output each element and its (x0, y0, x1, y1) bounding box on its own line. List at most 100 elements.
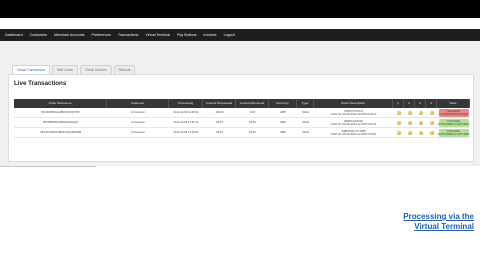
column-header: State (437, 99, 470, 108)
table-body: VB-3DXBNGAQBF3JQVQTFPF A Customer 2014-12-… (14, 108, 470, 138)
table-header-row: Order Reference Customer Processing Amount … (14, 99, 470, 108)
column-header: Amount Requested (203, 99, 236, 108)
action-4-icon[interactable] (429, 130, 434, 135)
action-1-icon[interactable] (396, 110, 401, 115)
currency-cell: GBP (280, 131, 286, 134)
action-3-icon[interactable] (418, 110, 423, 115)
caption-line-1: Processing via the (403, 212, 474, 221)
nav-item-transactions[interactable]: Transactions (118, 29, 138, 41)
action-3-icon[interactable] (418, 130, 423, 135)
action-cell-4 (426, 128, 437, 137)
main-navigation: Dashboard Customers Merchant Accounts Prefe… (0, 29, 480, 41)
column-header: 3 (415, 99, 426, 108)
status-line-2: AUTHORISATION FAILED (439, 112, 468, 116)
column-header: Processing (169, 99, 203, 108)
status-line-2: AUTHORISED & CAPTURED (437, 132, 470, 136)
description-line-2: Order ID: #LIVE-2014-12-09T14:48:22 (330, 112, 377, 116)
action-cell-1 (393, 108, 404, 117)
order-description-cell: DEBIT/CA/N/02 Order ID: #LIVE-2014-12-09T… (314, 118, 393, 127)
nav-item-logout[interactable]: Logout (224, 29, 235, 41)
status-line-2: AUTHORISED & CAPTURED (437, 122, 470, 126)
type-cell: SALE (302, 111, 309, 114)
action-1-icon[interactable] (396, 120, 401, 125)
state-cell: DECLINED AUTHORISATION FAILED (437, 108, 470, 117)
processing-date-cell: 2014-12-09 14:36:14 (173, 121, 199, 124)
action-cell-1 (393, 118, 404, 127)
nav-item-pay-buttons[interactable]: Pay Buttons (177, 29, 196, 41)
table-row[interactable]: VB-NBFF9KAQBRG3LNGQG A Customer 2014-12-09… (14, 118, 470, 128)
order-reference-cell: VB-3DXBNGAQBF3JQVQTFPF (41, 111, 80, 114)
action-cell-1 (393, 128, 404, 137)
tab-web-leads[interactable]: Web Leads (51, 65, 79, 74)
video-caption: Processing via the Virtual Terminal (403, 212, 474, 232)
nav-item-dashboard[interactable]: Dashboard (5, 29, 23, 41)
column-header: 1 (393, 99, 404, 108)
state-cell: CAPTURED AUTHORISED & CAPTURED (437, 118, 470, 127)
nav-item-invoices[interactable]: Invoices (203, 29, 216, 41)
action-2-icon[interactable] (407, 110, 412, 115)
column-header: Customer (107, 99, 169, 108)
transactions-table: Order Reference Customer Processing Amount … (14, 99, 470, 138)
live-transactions-panel: Live Transactions Order Reference Custome… (8, 74, 474, 162)
type-cell: SALE (302, 121, 309, 124)
customer-cell: A Customer (130, 111, 146, 114)
action-3-icon[interactable] (418, 120, 423, 125)
status-badge: CAPTURED AUTHORISED & CAPTURED (437, 118, 470, 127)
column-header: 2 (404, 99, 415, 108)
order-description-cell: VS/DC/VT/2147 Order ID: #LIVE-2014-12-09T… (314, 108, 393, 117)
tab-virtual-invoices[interactable]: Virtual Invoices (80, 65, 112, 74)
order-reference-cell: VB-NBFF9KAQBRG3LNGQG (42, 121, 79, 124)
action-cell-4 (426, 108, 437, 117)
processing-date-cell: 2014-12-09 14:48:22 (173, 111, 199, 114)
caption-line-2: Virtual Terminal (414, 222, 474, 231)
tab-refunds[interactable]: Refunds (113, 65, 136, 74)
order-reference-cell: VB-HPXNDHT38KRVNQAPMD3B (39, 131, 82, 134)
column-header: 4 (426, 99, 437, 108)
column-header: Currency (269, 99, 297, 108)
action-2-icon[interactable] (407, 130, 412, 135)
tab-virtual-transactions[interactable]: Virtual Transactions (12, 65, 50, 74)
action-cell-3 (415, 128, 426, 137)
panel-title: Live Transactions (14, 80, 67, 87)
nav-item-merchant-accounts[interactable]: Merchant Accounts (54, 29, 85, 41)
table-row[interactable]: VB-3DXBNGAQBF3JQVQTFPF A Customer 2014-12-… (14, 108, 470, 118)
top-black-bar (0, 0, 480, 18)
action-cell-4 (426, 118, 437, 127)
customer-cell: A Customer (130, 121, 146, 124)
customer-cell: A Customer (130, 131, 146, 134)
amount-received-cell: 54.15 (249, 131, 256, 134)
description-line-2: Order ID: #LIVE-2014-12-09T14:36:14 (330, 122, 377, 126)
column-header: Type (297, 99, 314, 108)
action-4-icon[interactable] (429, 110, 434, 115)
action-2-icon[interactable] (407, 120, 412, 125)
type-cell: SALE (302, 131, 309, 134)
amount-received-cell: 0.00 (249, 111, 256, 114)
nav-item-virtual-terminal[interactable]: Virtual Terminal (145, 29, 170, 41)
action-cell-2 (404, 128, 415, 137)
action-cell-2 (404, 118, 415, 127)
action-1-icon[interactable] (396, 130, 401, 135)
currency-cell: GBP (280, 111, 286, 114)
column-header: Order Description (314, 99, 393, 108)
transaction-tabs: Virtual Transactions Web Leads Virtual Inv… (12, 65, 137, 74)
table-row[interactable]: VB-HPXNDHT38KRVNQAPMD3B A Customer 2014-12… (14, 128, 470, 138)
description-line-2: Order ID: #LIVE-2014-12-09T14:33:51 (330, 132, 377, 136)
action-cell-2 (404, 108, 415, 117)
action-cell-3 (415, 108, 426, 117)
state-cell: CAPTURED AUTHORISED & CAPTURED (437, 128, 470, 137)
amount-received-cell: 54.15 (249, 121, 256, 124)
divider (0, 166, 96, 167)
nav-item-preferences[interactable]: Preferences (92, 29, 111, 41)
nav-item-customers[interactable]: Customers (30, 29, 47, 41)
amount-requested-cell: 54.15 (216, 121, 223, 124)
action-cell-3 (415, 118, 426, 127)
processing-date-cell: 2014-12-09 14:33:51 (173, 131, 199, 134)
column-header: Amount Received (236, 99, 269, 108)
action-4-icon[interactable] (429, 120, 434, 125)
content-area: Virtual Transactions Web Leads Virtual Inv… (0, 41, 480, 166)
status-badge: CAPTURED AUTHORISED & CAPTURED (437, 128, 470, 137)
amount-requested-cell: 100.00 (215, 111, 224, 114)
order-description-cell: DEBIT/MC/VT/1089 Order ID: #LIVE-2014-12-… (314, 128, 393, 137)
currency-cell: GBP (280, 121, 286, 124)
column-header: Order Reference (14, 99, 107, 108)
